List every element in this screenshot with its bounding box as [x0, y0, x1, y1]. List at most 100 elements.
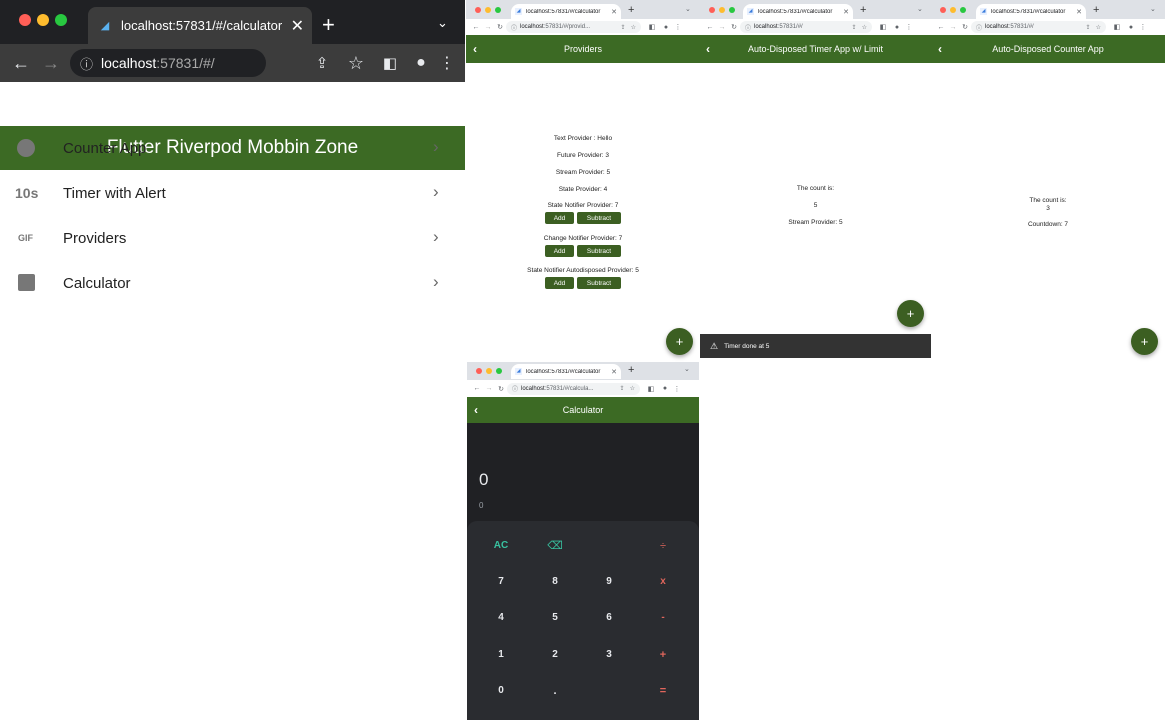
forward-icon[interactable]: → — [483, 385, 495, 392]
side-panel-icon[interactable]: ◧ — [1110, 23, 1124, 31]
back-arrow-icon[interactable]: ‹ — [474, 403, 478, 417]
profile-icon[interactable]: ● — [890, 24, 904, 31]
share-icon[interactable]: ⇪ — [621, 24, 626, 31]
close-window-icon[interactable] — [475, 7, 481, 13]
new-tab-icon[interactable]: + — [860, 4, 866, 16]
forward-icon[interactable]: → — [716, 24, 728, 31]
calc-key-7[interactable]: 7 — [475, 569, 527, 595]
calc-key-6[interactable]: 6 — [583, 605, 635, 631]
calc-key-divide[interactable]: ÷ — [637, 533, 689, 559]
calc-key-minus[interactable]: - — [637, 605, 689, 631]
calc-key-decimal[interactable]: . — [529, 678, 581, 704]
info-icon[interactable]: ⓘ — [80, 54, 93, 73]
browser-tab[interactable]: ◢ localhost:57831/#/calculator ✕ — [511, 4, 621, 19]
profile-icon[interactable]: ● — [1124, 24, 1138, 31]
calc-key-2[interactable]: 2 — [529, 642, 581, 668]
add-button[interactable]: Add — [545, 212, 574, 224]
close-window-icon[interactable] — [19, 14, 31, 26]
address-bar[interactable]: ⓘ localhost:57831/#/ ⇪ ☆ — [971, 21, 1106, 33]
list-item-providers[interactable]: GIF Providers › — [0, 216, 465, 261]
minimize-window-icon[interactable] — [37, 14, 49, 26]
profile-icon[interactable]: ● — [405, 54, 437, 72]
minimize-window-icon[interactable] — [950, 7, 956, 13]
maximize-window-icon[interactable] — [496, 368, 502, 374]
close-window-icon[interactable] — [940, 7, 946, 13]
calc-key-9[interactable]: 9 — [583, 569, 635, 595]
back-arrow-icon[interactable]: ‹ — [938, 42, 942, 56]
share-icon[interactable]: ⇪ — [852, 24, 857, 31]
side-panel-icon[interactable]: ◧ — [375, 54, 405, 72]
share-icon[interactable]: ⇪ — [620, 385, 625, 392]
calc-key-4[interactable]: 4 — [475, 605, 527, 631]
calc-key-multiply[interactable]: x — [637, 569, 689, 595]
calc-key-5[interactable]: 5 — [529, 605, 581, 631]
bookmark-star-icon[interactable]: ☆ — [862, 24, 867, 31]
calc-key-0[interactable]: 0 — [475, 678, 527, 704]
browser-tab[interactable]: ◢ localhost:57831/#/calculator ✕ — [511, 364, 621, 379]
tab-search-icon[interactable]: ⌄ — [1150, 5, 1156, 13]
back-icon[interactable]: ← — [8, 53, 34, 74]
add-button[interactable]: Add — [545, 277, 574, 289]
subtract-button[interactable]: Subtract — [577, 245, 621, 257]
bookmark-star-icon[interactable]: ☆ — [337, 53, 375, 74]
menu-kebab-icon[interactable]: ⋮ — [437, 53, 457, 73]
forward-icon[interactable]: → — [34, 53, 68, 74]
forward-icon[interactable]: → — [482, 24, 494, 31]
back-icon[interactable]: ← — [470, 24, 482, 31]
reload-icon[interactable]: ↻ — [495, 385, 507, 393]
new-tab-icon[interactable]: + — [628, 4, 634, 16]
calc-key-ac[interactable]: AC — [475, 533, 527, 559]
browser-tab[interactable]: ◢ localhost:57831/#/calculator ✕ — [743, 4, 853, 19]
back-icon[interactable]: ← — [471, 385, 483, 392]
back-icon[interactable]: ← — [704, 24, 716, 31]
side-panel-icon[interactable]: ◧ — [645, 23, 659, 31]
profile-icon[interactable]: ● — [659, 24, 673, 31]
maximize-window-icon[interactable] — [729, 7, 735, 13]
add-fab[interactable]: + — [666, 328, 693, 355]
maximize-window-icon[interactable] — [55, 14, 67, 26]
backspace-icon[interactable]: ⌫ — [529, 533, 581, 559]
forward-icon[interactable]: → — [947, 24, 959, 31]
close-window-icon[interactable] — [709, 7, 715, 13]
browser-tab[interactable]: ◢ localhost:57831/#/calculator ✕ — [976, 4, 1086, 19]
tab-search-icon[interactable]: ⌄ — [437, 15, 448, 31]
subtract-button[interactable]: Subtract — [577, 277, 621, 289]
calc-key-3[interactable]: 3 — [583, 642, 635, 668]
add-fab[interactable]: + — [897, 300, 924, 327]
side-panel-icon[interactable]: ◧ — [876, 23, 890, 31]
reload-icon[interactable]: ↻ — [728, 23, 740, 31]
back-arrow-icon[interactable]: ‹ — [473, 42, 477, 56]
maximize-window-icon[interactable] — [960, 7, 966, 13]
new-tab-icon[interactable]: + — [628, 364, 634, 376]
minimize-window-icon[interactable] — [486, 368, 492, 374]
maximize-window-icon[interactable] — [495, 7, 501, 13]
address-bar[interactable]: ⓘ localhost:57831/#/calcula... ⇪ ☆ — [507, 382, 640, 395]
new-tab-icon[interactable]: + — [1093, 4, 1099, 16]
calc-key-8[interactable]: 8 — [529, 569, 581, 595]
share-icon[interactable]: ⇪ — [1086, 24, 1091, 31]
minimize-window-icon[interactable] — [485, 7, 491, 13]
share-icon[interactable]: ⇪ — [307, 54, 337, 72]
menu-kebab-icon[interactable]: ⋮ — [673, 23, 683, 31]
bookmark-star-icon[interactable]: ☆ — [1096, 24, 1101, 31]
new-tab-icon[interactable]: + — [322, 12, 335, 38]
close-tab-icon[interactable]: ✕ — [843, 8, 849, 16]
add-button[interactable]: Add — [545, 245, 574, 257]
close-tab-icon[interactable]: ✕ — [611, 8, 617, 16]
tab-search-icon[interactable]: ⌄ — [685, 5, 691, 13]
back-icon[interactable]: ← — [935, 24, 947, 31]
list-item-timer-alert[interactable]: 10s Timer with Alert › — [0, 171, 465, 216]
profile-icon[interactable]: ● — [658, 385, 672, 392]
minimize-window-icon[interactable] — [719, 7, 725, 13]
add-fab[interactable]: + — [1131, 328, 1158, 355]
side-panel-icon[interactable]: ◧ — [644, 385, 658, 393]
bookmark-star-icon[interactable]: ☆ — [631, 24, 636, 31]
bookmark-star-icon[interactable]: ☆ — [630, 385, 635, 392]
menu-kebab-icon[interactable]: ⋮ — [672, 385, 682, 393]
list-item-counter-app[interactable]: Counter App › — [0, 126, 465, 171]
tab-search-icon[interactable]: ⌄ — [917, 5, 923, 13]
menu-kebab-icon[interactable]: ⋮ — [1138, 23, 1148, 31]
browser-tab[interactable]: ◢ localhost:57831/#/calculator ✕ — [88, 7, 312, 44]
list-item-calculator[interactable]: Calculator › — [0, 261, 465, 306]
back-arrow-icon[interactable]: ‹ — [706, 42, 710, 56]
